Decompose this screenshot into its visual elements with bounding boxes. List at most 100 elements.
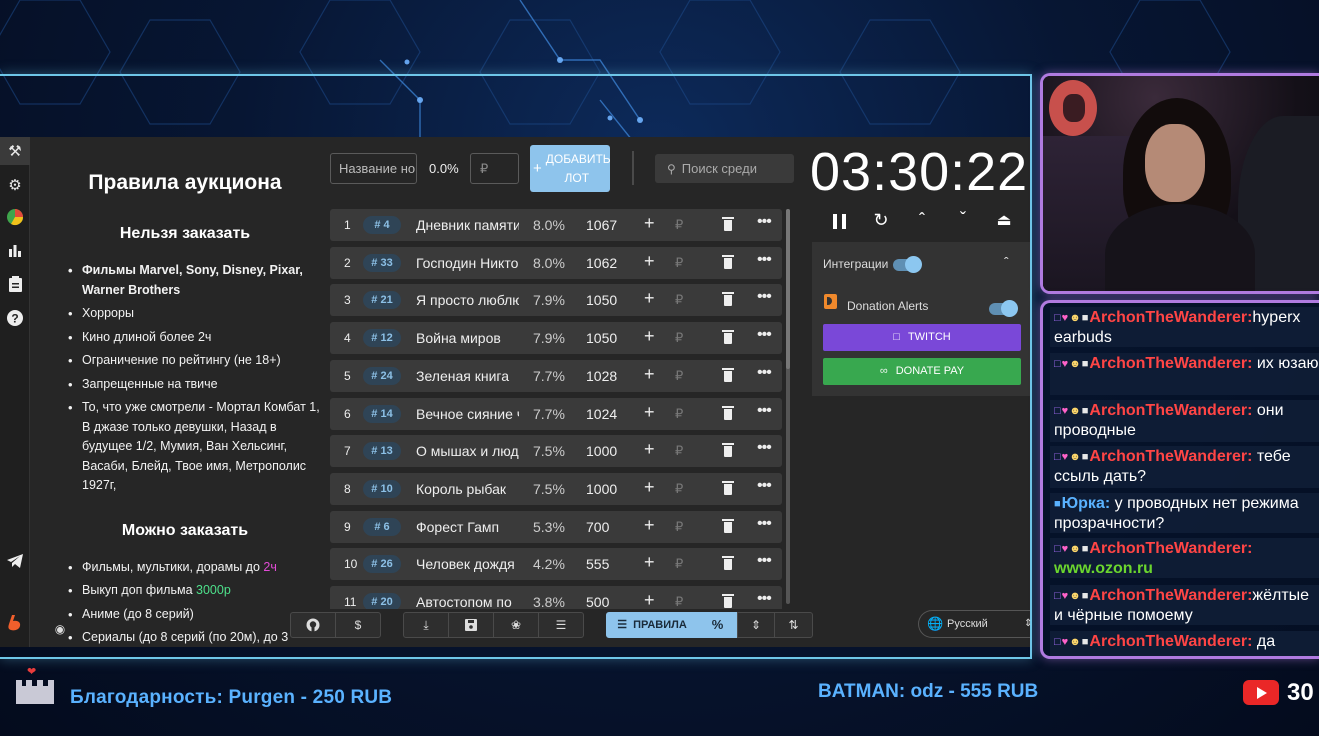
lot-row[interactable]: 2 # 33 Господин Никто 8.0% 1062 + ₽ ••• — [330, 246, 782, 279]
download-icon[interactable]: ⤓ — [403, 612, 449, 638]
collapse-chevron-icon[interactable]: ˆ — [1004, 254, 1009, 270]
more-options-icon[interactable]: ••• — [757, 590, 772, 608]
bar-chart-icon[interactable] — [5, 240, 25, 260]
more-options-icon[interactable]: ••• — [757, 402, 772, 420]
lot-row[interactable]: 4 # 12 Война миров 7.9% 1050 + ₽ ••• — [330, 322, 782, 355]
lot-add-amount-input[interactable]: ₽ — [675, 594, 683, 609]
pause-icon[interactable] — [833, 214, 846, 229]
pie-chart-icon[interactable] — [5, 207, 25, 227]
save-icon[interactable] — [448, 612, 494, 638]
donate-dollar-button[interactable]: $ — [335, 612, 381, 638]
lot-add-amount-input[interactable]: ₽ — [675, 292, 683, 308]
gear-icon[interactable]: ⚙ — [5, 175, 25, 195]
github-button[interactable] — [290, 612, 336, 638]
lot-name[interactable]: Форест Гамп — [416, 519, 519, 535]
chat-username[interactable]: Юрка: — [1062, 495, 1111, 512]
lot-name[interactable]: Я просто люблю — [416, 292, 519, 308]
chat-username[interactable]: ArchonTheWanderer: — [1089, 587, 1252, 604]
lot-name[interactable]: Господин Никто — [416, 255, 519, 271]
twitch-button[interactable]: □ TWITCH — [823, 324, 1021, 351]
trash-icon[interactable] — [722, 254, 734, 269]
sort-icon[interactable]: ⇅ — [774, 612, 813, 638]
integrations-toggle[interactable] — [893, 256, 922, 273]
help-icon[interactable]: ? — [5, 308, 25, 328]
chat-username[interactable]: ArchonTheWanderer: — [1089, 355, 1252, 372]
lot-add-amount-input[interactable]: ₽ — [675, 481, 683, 497]
donation-alerts-toggle[interactable] — [989, 300, 1018, 317]
more-options-icon[interactable]: ••• — [757, 552, 772, 570]
chevron-up-icon[interactable]: ˆ — [910, 210, 934, 231]
trash-icon[interactable] — [722, 480, 734, 495]
add-lot-button[interactable]: + ДОБАВИТЬ ЛОТ — [530, 145, 611, 192]
plus-icon[interactable]: + — [644, 477, 655, 498]
trash-icon[interactable] — [722, 367, 734, 382]
more-options-icon[interactable]: ••• — [757, 477, 772, 495]
plus-icon[interactable]: + — [644, 251, 655, 272]
plus-icon[interactable]: + — [644, 213, 655, 234]
more-options-icon[interactable]: ••• — [757, 364, 772, 382]
trash-icon[interactable] — [722, 443, 734, 458]
compress-icon[interactable]: ⇕ — [737, 612, 775, 638]
lot-add-amount-input[interactable]: ₽ — [675, 556, 683, 572]
clear-list-icon[interactable]: ☰ — [538, 612, 584, 638]
lot-row[interactable]: 1 # 4 Дневник памяти 8.0% 1067 + ₽ ••• — [330, 209, 782, 241]
lot-add-amount-input[interactable]: ₽ — [675, 255, 683, 271]
lot-row[interactable]: 3 # 21 Я просто люблю 7.9% 1050 + ₽ ••• — [330, 284, 782, 317]
gavel-icon[interactable]: ⚒ — [0, 137, 30, 165]
plus-icon[interactable]: + — [644, 590, 655, 609]
language-select[interactable]: 🌐 Русский ⇕ — [918, 610, 1032, 638]
lot-row[interactable]: 8 # 10 Король рыбак 7.5% 1000 + ₽ ••• — [330, 472, 782, 505]
lot-name[interactable]: Зеленая книга — [416, 368, 519, 384]
lot-add-amount-input[interactable]: ₽ — [675, 217, 683, 233]
lot-name[interactable]: Автостопом по — [416, 594, 519, 609]
lot-add-amount-input[interactable]: ₽ — [675, 406, 683, 422]
lot-name[interactable]: Дневник памяти — [416, 217, 519, 233]
eject-icon[interactable]: ⏏ — [992, 210, 1016, 230]
plus-icon[interactable]: + — [644, 402, 655, 423]
chat-username[interactable]: ArchonTheWanderer: — [1089, 448, 1252, 465]
lot-row[interactable]: 5 # 24 Зеленая книга 7.7% 1028 + ₽ ••• — [330, 359, 782, 392]
lots-scroll-thumb[interactable] — [786, 209, 790, 369]
clipboard-icon[interactable] — [5, 274, 25, 294]
plus-icon[interactable]: + — [644, 552, 655, 573]
telegram-icon[interactable] — [5, 551, 25, 571]
chat-username[interactable]: ArchonTheWanderer: — [1089, 402, 1252, 419]
plus-icon[interactable]: + — [644, 326, 655, 347]
lot-add-amount-input[interactable]: ₽ — [675, 443, 683, 459]
lot-row[interactable]: 9 # 6 Форест Гамп 5.3% 700 + ₽ ••• — [330, 510, 782, 543]
more-options-icon[interactable]: ••• — [757, 515, 772, 533]
plus-icon[interactable]: + — [644, 288, 655, 309]
bug-icon[interactable]: ❀ — [493, 612, 539, 638]
plus-icon[interactable]: + — [644, 515, 655, 536]
chat-username[interactable]: ArchonTheWanderer: — [1089, 309, 1252, 326]
trash-icon[interactable] — [722, 556, 734, 571]
lot-add-amount-input[interactable]: ₽ — [675, 330, 683, 346]
chat-username[interactable]: ArchonTheWanderer: — [1089, 633, 1252, 650]
lot-name[interactable]: Человек дождя — [416, 556, 519, 572]
lot-name[interactable]: Война миров — [416, 330, 519, 346]
rub-amount-input[interactable]: ₽ — [470, 153, 519, 184]
chat-text[interactable]: www.ozon.ru — [1054, 560, 1153, 577]
eye-icon[interactable]: ◉ — [50, 617, 70, 643]
lot-row[interactable]: 10 # 26 Человек дождя 4.2% 555 + ₽ ••• — [330, 548, 782, 581]
more-options-icon[interactable]: ••• — [757, 288, 772, 306]
lot-name[interactable]: О мышах и людях — [416, 443, 519, 459]
chat-username[interactable]: ArchonTheWanderer: — [1089, 540, 1252, 557]
trash-icon[interactable] — [722, 518, 734, 533]
chevron-down-icon[interactable]: ˇ — [951, 209, 975, 230]
trash-icon[interactable] — [722, 330, 734, 345]
lot-name[interactable]: Вечное сияние ч — [416, 406, 519, 422]
reset-icon[interactable]: ↻ — [869, 210, 893, 231]
lot-name[interactable]: Король рыбак — [416, 481, 519, 497]
boosty-icon[interactable] — [5, 613, 25, 633]
lot-search-input[interactable]: ⚲ Поиск среди — [655, 154, 794, 183]
donate-pay-button[interactable]: ∞ DONATE PAY — [823, 358, 1021, 385]
plus-icon[interactable]: + — [644, 439, 655, 460]
trash-icon[interactable] — [722, 594, 734, 608]
more-options-icon[interactable]: ••• — [757, 439, 772, 457]
more-options-icon[interactable]: ••• — [757, 251, 772, 269]
more-options-icon[interactable]: ••• — [757, 326, 772, 344]
lot-name-input[interactable]: Название но — [330, 153, 417, 184]
lot-add-amount-input[interactable]: ₽ — [675, 519, 683, 535]
lot-row[interactable]: 11 # 20 Автостопом по 3.8% 500 + ₽ ••• — [330, 586, 782, 609]
